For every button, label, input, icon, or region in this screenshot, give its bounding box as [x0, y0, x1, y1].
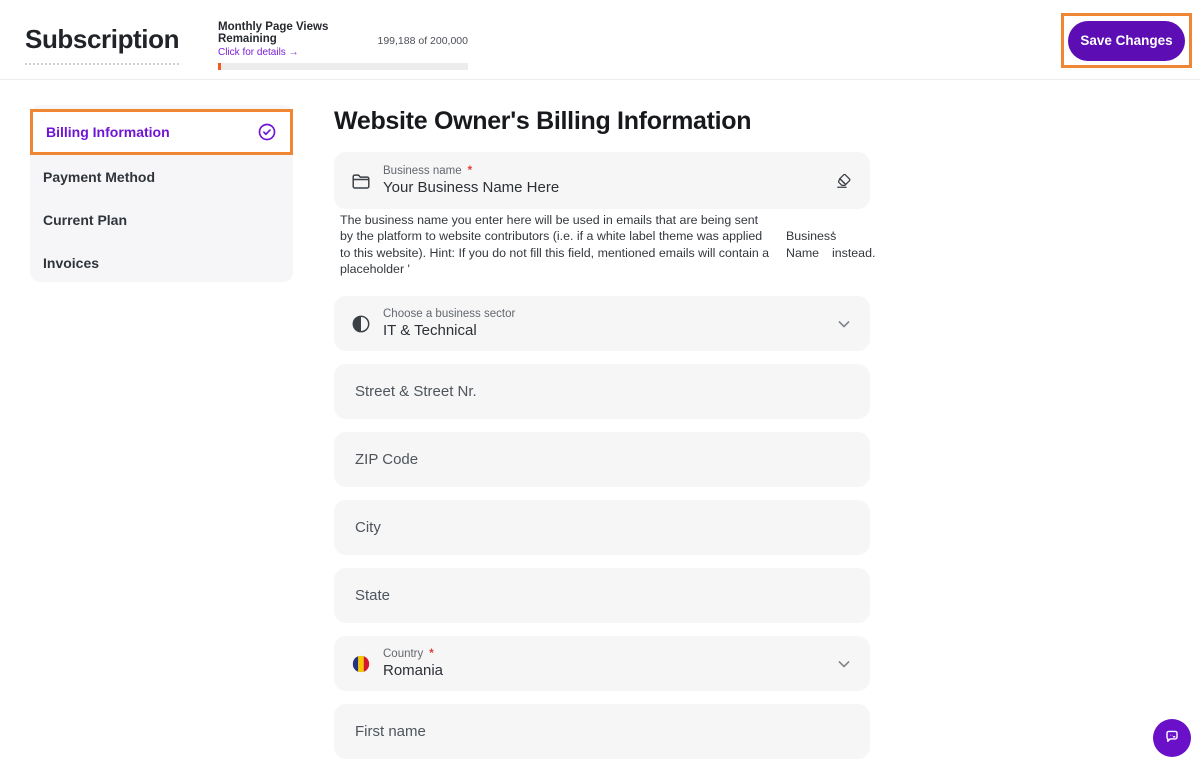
check-circle-icon — [257, 122, 277, 142]
street-placeholder: Street & Street Nr. — [350, 383, 477, 400]
city-placeholder: City — [350, 519, 381, 536]
business-name-field[interactable]: Business name * Your Business Name Here — [334, 152, 870, 209]
sidebar-item-label: Payment Method — [43, 169, 155, 185]
chevron-down-icon — [834, 314, 854, 334]
first-name-input[interactable]: First name — [334, 704, 870, 759]
zip-code-input[interactable]: ZIP Code — [334, 432, 870, 487]
business-name-help-text: The business name you enter here will be… — [340, 212, 870, 277]
billing-sidebar: Billing Information Payment Method Curre… — [30, 105, 293, 282]
clear-field-button[interactable] — [834, 171, 854, 191]
sidebar-item-payment-method[interactable]: Payment Method — [30, 155, 293, 198]
header: Subscription Monthly Page Views Remainin… — [0, 0, 1200, 80]
country-value: Romania — [383, 662, 443, 679]
required-asterisk: * — [468, 165, 472, 177]
romania-flag-icon — [350, 653, 372, 675]
page-views-label: Monthly Page Views Remaining — [218, 21, 372, 45]
help-text-main: The business name you enter here will be… — [340, 212, 772, 277]
zip-code-placeholder: ZIP Code — [350, 451, 418, 468]
help-text-fragment: Business ' Name instead. — [786, 228, 875, 261]
help-fragment-word: Business — [786, 228, 832, 244]
click-for-details-link[interactable]: Click for details → — [218, 47, 468, 58]
page-title: Subscription — [25, 24, 179, 65]
business-sector-label: Choose a business sector — [383, 308, 515, 320]
page-views-progress-fill — [218, 63, 221, 70]
sidebar-item-label: Invoices — [43, 255, 99, 271]
contrast-icon — [350, 313, 372, 335]
city-input[interactable]: City — [334, 500, 870, 555]
business-sector-value: IT & Technical — [383, 322, 515, 339]
chat-bubble-icon — [1162, 726, 1182, 751]
required-asterisk: * — [429, 648, 433, 660]
sidebar-item-billing-information[interactable]: Billing Information — [30, 109, 293, 155]
page-views-count: 199,188 of 200,000 — [377, 35, 468, 47]
sidebar-item-invoices[interactable]: Invoices — [30, 241, 293, 284]
state-input[interactable]: State — [334, 568, 870, 623]
business-name-value: Your Business Name Here — [383, 179, 559, 196]
section-heading: Website Owner's Billing Information — [334, 107, 751, 136]
save-button-annotation-box: Save Changes — [1061, 13, 1192, 68]
street-input[interactable]: Street & Street Nr. — [334, 364, 870, 419]
help-fragment-word: Name — [786, 245, 832, 261]
state-placeholder: State — [350, 587, 390, 604]
business-name-label: Business name — [383, 165, 462, 177]
sidebar-item-label: Billing Information — [46, 124, 170, 140]
sidebar-item-label: Current Plan — [43, 212, 127, 228]
chat-widget-button[interactable] — [1153, 719, 1191, 757]
business-sector-select[interactable]: Choose a business sector IT & Technical — [334, 296, 870, 351]
first-name-placeholder: First name — [350, 723, 426, 740]
help-fragment-word: instead. — [832, 245, 875, 261]
save-changes-button[interactable]: Save Changes — [1068, 21, 1185, 61]
page-views-widget: Monthly Page Views Remaining 199,188 of … — [218, 21, 468, 70]
country-label: Country — [383, 648, 423, 660]
sidebar-item-current-plan[interactable]: Current Plan — [30, 198, 293, 241]
page-views-progress-bar — [218, 63, 468, 70]
help-fragment-word: ' — [832, 228, 875, 244]
country-select[interactable]: Country * Romania — [334, 636, 870, 691]
eraser-icon — [834, 171, 854, 191]
chevron-down-icon — [834, 654, 854, 674]
folder-icon — [350, 170, 372, 192]
